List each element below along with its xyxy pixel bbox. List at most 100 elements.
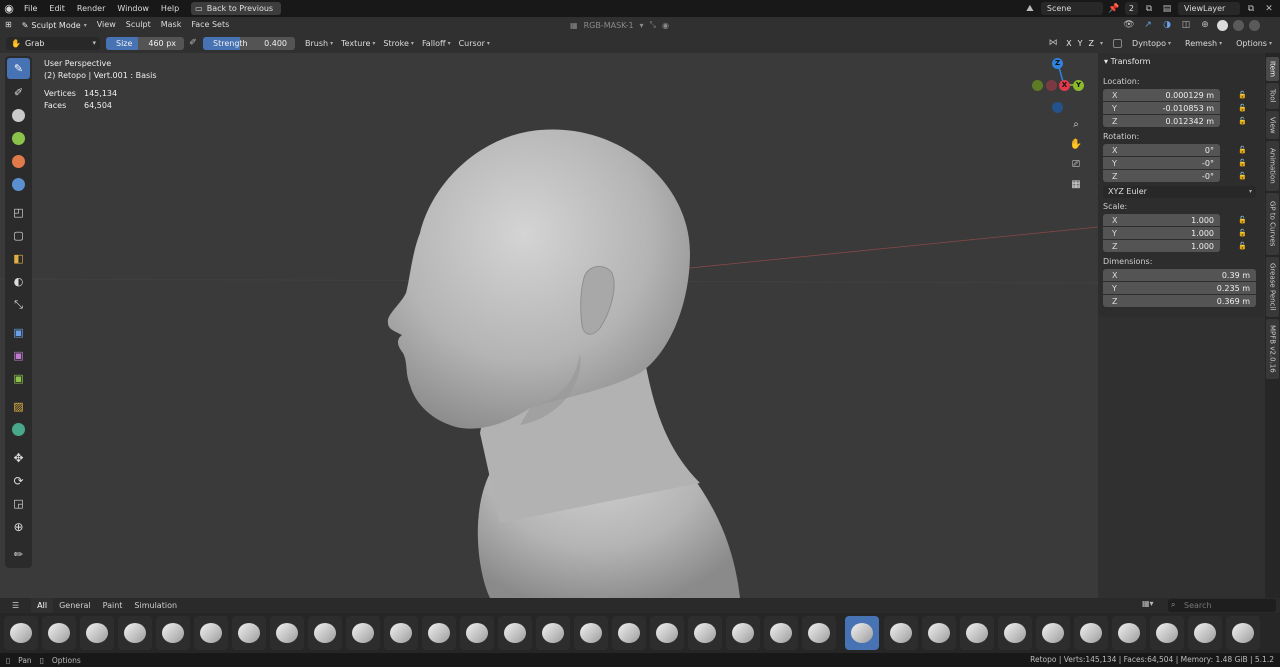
gizmo-y-axis[interactable]: Y bbox=[1073, 80, 1084, 91]
transform-tool[interactable]: ⊕ bbox=[7, 516, 30, 537]
brush-thumbnail[interactable] bbox=[998, 616, 1032, 650]
cursor-dropdown[interactable]: Cursor ▾ bbox=[455, 39, 494, 48]
shelf-search-input[interactable]: Search bbox=[1168, 599, 1276, 612]
brush-thumbnail[interactable] bbox=[42, 616, 76, 650]
scene-users-count[interactable]: 2 bbox=[1124, 2, 1138, 15]
lock-icon[interactable]: 🔓 bbox=[1238, 229, 1247, 237]
pressure-pen-icon[interactable]: ✐ bbox=[186, 38, 200, 48]
dimensions-x-field[interactable]: X 0.39 m bbox=[1103, 269, 1256, 281]
mesh-filter-tool[interactable]: ▣ bbox=[7, 322, 30, 343]
view-layer-selector[interactable]: ViewLayer bbox=[1178, 2, 1240, 15]
edit-face-set-tool[interactable]: ▨ bbox=[7, 396, 30, 417]
brush-thumbnail[interactable] bbox=[612, 616, 646, 650]
navigation-gizmo[interactable]: Z X Y bbox=[1030, 55, 1090, 115]
rotation-mode-select[interactable]: XYZ Euler ▾ bbox=[1103, 186, 1256, 198]
brush-thumbnail[interactable] bbox=[726, 616, 760, 650]
location-y-field[interactable]: Y -0.010853 m bbox=[1103, 102, 1220, 114]
brush-thumbnail[interactable] bbox=[498, 616, 532, 650]
brush-thumbnail[interactable] bbox=[346, 616, 380, 650]
mode-selector[interactable]: ✎ Sculpt Mode ▾ bbox=[17, 21, 92, 30]
tab-tool[interactable]: Tool bbox=[1266, 83, 1279, 109]
line-project-tool[interactable]: ⤡ bbox=[7, 294, 30, 315]
rotation-x-field[interactable]: X 0° bbox=[1103, 144, 1220, 156]
cloth-filter-tool[interactable]: ▣ bbox=[7, 345, 30, 366]
location-x-field[interactable]: X 0.000129 m bbox=[1103, 89, 1220, 101]
brush-thumbnail[interactable] bbox=[650, 616, 684, 650]
perspective-grid-icon[interactable]: ▦ bbox=[1067, 176, 1085, 194]
chevron-down-icon[interactable]: ▾ bbox=[640, 21, 644, 30]
zoom-icon[interactable]: ⌕ bbox=[1067, 116, 1085, 134]
menu-view[interactable]: View bbox=[92, 17, 121, 33]
menu-render[interactable]: Render bbox=[71, 0, 111, 17]
brush-thumbnail[interactable] bbox=[422, 616, 456, 650]
dimensions-y-field[interactable]: Y 0.235 m bbox=[1103, 282, 1256, 294]
scale-tool[interactable]: ◲ bbox=[7, 493, 30, 514]
tab-gp-to-curves[interactable]: GP to Curves bbox=[1266, 193, 1279, 255]
stroke-dropdown[interactable]: Stroke ▾ bbox=[379, 39, 418, 48]
brush-thumbnail[interactable] bbox=[802, 616, 836, 650]
solid-shading-button[interactable] bbox=[1217, 19, 1228, 31]
gizmo-toggle-icon[interactable]: ↗ bbox=[1141, 20, 1155, 30]
lock-icon[interactable]: 🔓 bbox=[1238, 146, 1247, 154]
display-mode-icon[interactable]: ▦▾ bbox=[1142, 599, 1154, 608]
mask-by-color-tool[interactable] bbox=[7, 419, 30, 440]
lock-icon[interactable]: 🔓 bbox=[1238, 104, 1247, 112]
lock-icon[interactable]: 🔓 bbox=[1238, 216, 1247, 224]
brush-thumbnail[interactable] bbox=[270, 616, 304, 650]
color-filter-tool[interactable]: ▣ bbox=[7, 368, 30, 389]
new-view-layer-icon[interactable]: ⧉ bbox=[1244, 4, 1258, 14]
symmetry-z-toggle[interactable]: Z bbox=[1089, 39, 1094, 48]
brush-thumbnail[interactable] bbox=[4, 616, 38, 650]
face-set-brush-tool[interactable] bbox=[7, 151, 30, 172]
size-slider[interactable]: Size 460 px bbox=[106, 36, 184, 50]
brush-thumbnail[interactable] bbox=[384, 616, 418, 650]
scene-icon[interactable]: ⛰ bbox=[1023, 4, 1037, 14]
pan-hand-icon[interactable]: ✋ bbox=[1067, 136, 1085, 154]
strength-slider[interactable]: Strength 0.400 bbox=[203, 36, 295, 50]
falloff-dropdown[interactable]: Falloff ▾ bbox=[418, 39, 455, 48]
back-to-previous-button[interactable]: ▭ Back to Previous bbox=[191, 2, 282, 15]
color-attribute-selector[interactable]: RGB-MASK-1 bbox=[584, 21, 634, 30]
shelf-tab-paint[interactable]: Paint bbox=[97, 598, 129, 613]
brush-thumbnail[interactable] bbox=[922, 616, 956, 650]
lock-icon[interactable]: 🔓 bbox=[1238, 159, 1247, 167]
location-z-field[interactable]: Z 0.012342 m bbox=[1103, 115, 1220, 127]
rotate-tool[interactable]: ⟳ bbox=[7, 470, 30, 491]
shelf-tab-simulation[interactable]: Simulation bbox=[128, 598, 183, 613]
wireframe-shading-icon[interactable]: ⊕ bbox=[1198, 20, 1212, 30]
brush-thumbnail[interactable] bbox=[960, 616, 994, 650]
blender-logo-icon[interactable]: ◉ bbox=[0, 0, 18, 17]
menu-mask[interactable]: Mask bbox=[156, 17, 187, 33]
brush-thumbnail[interactable] bbox=[80, 616, 114, 650]
brush-thumbnail[interactable] bbox=[1074, 616, 1108, 650]
grab-brush-thumbnail[interactable] bbox=[845, 616, 879, 650]
camera-icon[interactable]: ⎚ bbox=[1067, 156, 1085, 174]
shelf-tab-general[interactable]: General bbox=[53, 598, 97, 613]
transform-orientation-icon[interactable]: ⤡ bbox=[650, 20, 656, 30]
brush-dropdown[interactable]: Brush ▾ bbox=[301, 39, 337, 48]
box-hide-tool[interactable]: ▢ bbox=[7, 225, 30, 246]
tab-item[interactable]: Item bbox=[1266, 57, 1279, 81]
symmetry-icon[interactable]: ⋈ bbox=[1046, 38, 1060, 48]
brush-thumbnail[interactable] bbox=[764, 616, 798, 650]
brush-thumbnail[interactable] bbox=[1150, 616, 1184, 650]
view-layer-icon[interactable]: ▤ bbox=[1160, 4, 1174, 14]
brush-thumbnail[interactable] bbox=[232, 616, 266, 650]
editor-type-icon[interactable]: ⊞ bbox=[0, 17, 17, 33]
menu-help[interactable]: Help bbox=[155, 0, 185, 17]
pivot-icon[interactable]: ◉ bbox=[662, 21, 669, 30]
3d-viewport[interactable]: User Perspective (2) Retopo | Vert.001 :… bbox=[0, 53, 1098, 598]
gizmo-x-axis[interactable]: X bbox=[1059, 80, 1070, 91]
box-trim-tool[interactable]: ◐ bbox=[7, 271, 30, 292]
brush-thumbnail[interactable] bbox=[308, 616, 342, 650]
remove-view-layer-icon[interactable]: ✕ bbox=[1262, 4, 1276, 14]
box-mask-tool[interactable]: ◰ bbox=[7, 202, 30, 223]
annotate-tool[interactable]: ✏ bbox=[7, 544, 30, 565]
dyntopo-checkbox[interactable] bbox=[1113, 38, 1123, 48]
gizmo-neg-x-axis[interactable] bbox=[1046, 80, 1057, 91]
move-tool[interactable]: ✥ bbox=[7, 447, 30, 468]
mask-brush-tool[interactable] bbox=[7, 128, 30, 149]
symmetry-y-toggle[interactable]: Y bbox=[1078, 39, 1083, 48]
scale-y-field[interactable]: Y 1.000 bbox=[1103, 227, 1220, 239]
symmetry-x-toggle[interactable]: X bbox=[1066, 39, 1071, 48]
